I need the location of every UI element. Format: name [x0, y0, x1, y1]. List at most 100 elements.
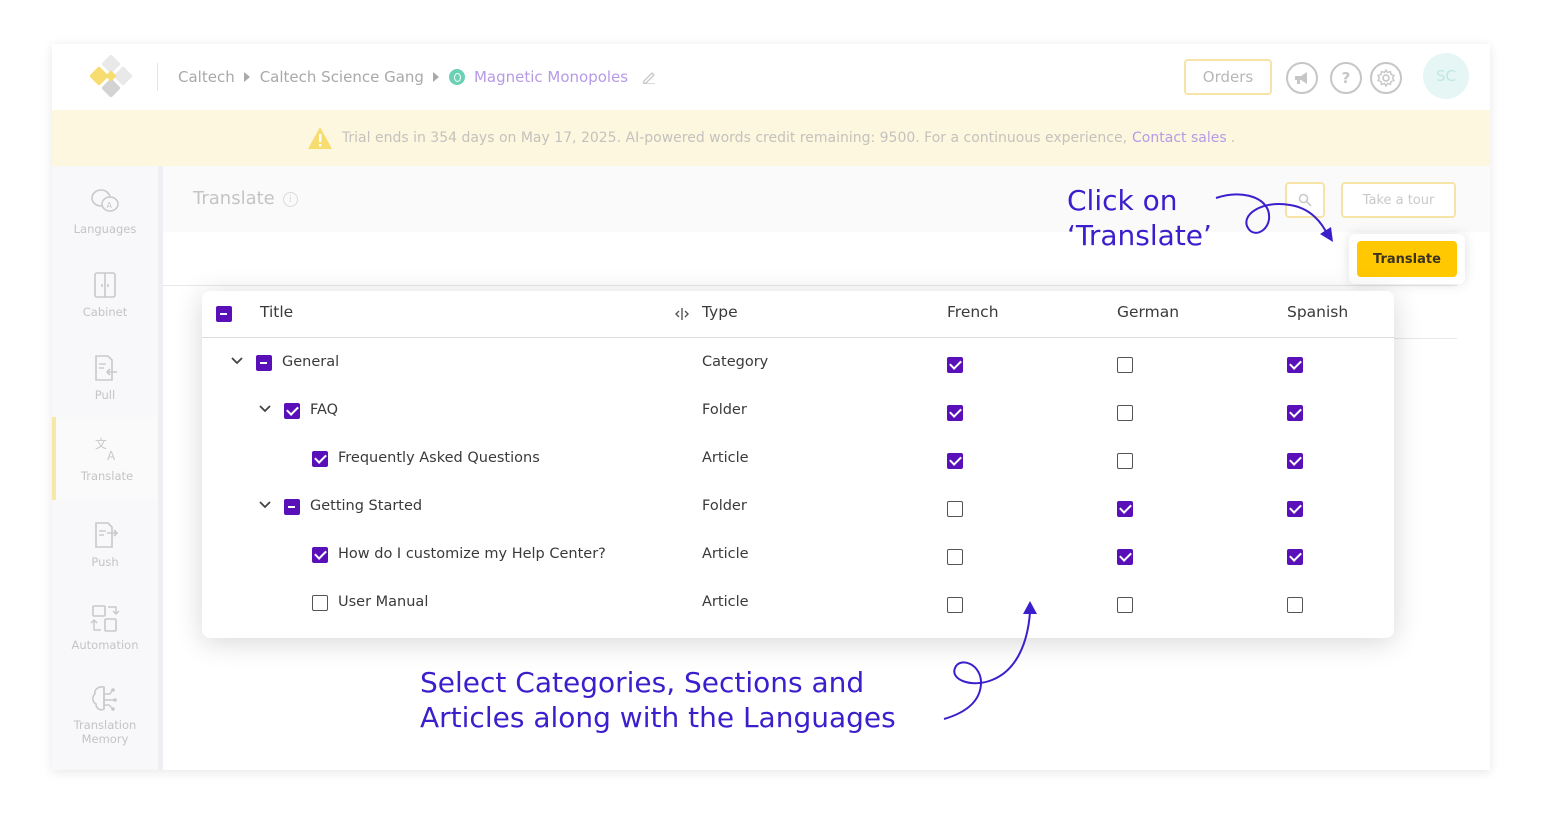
edit-pencil-icon[interactable]	[642, 70, 656, 84]
chevron-down-icon[interactable]	[230, 356, 244, 366]
table-row[interactable]: User Manual Article	[202, 579, 1394, 627]
column-resize-icon[interactable]	[675, 307, 689, 321]
spanish-checkbox[interactable]	[1287, 405, 1303, 421]
cabinet-icon	[94, 272, 116, 298]
column-header-type[interactable]: Type	[702, 303, 738, 321]
table-row[interactable]: General Category	[202, 339, 1394, 387]
sidebar-item-automation[interactable]: Automation	[52, 604, 158, 652]
german-checkbox[interactable]	[1117, 405, 1133, 421]
french-checkbox[interactable]	[947, 597, 963, 613]
french-checkbox[interactable]	[947, 357, 963, 373]
orders-button[interactable]: Orders	[1184, 59, 1272, 95]
spanish-checkbox[interactable]	[1287, 501, 1303, 517]
sidebar-item-translation-memory[interactable]: Translation Memory	[52, 684, 158, 746]
column-header-spanish[interactable]: Spanish	[1287, 303, 1348, 321]
spanish-checkbox[interactable]	[1287, 357, 1303, 373]
annotation-line: Select Categories, Sections and	[420, 666, 865, 699]
sidebar-item-label: Pull	[94, 388, 116, 402]
automation-icon	[90, 605, 120, 632]
spanish-checkbox[interactable]	[1287, 549, 1303, 565]
translate-button[interactable]: Translate	[1357, 241, 1457, 277]
languages-icon: A	[91, 189, 119, 212]
french-checkbox[interactable]	[947, 405, 963, 421]
push-icon	[95, 522, 119, 548]
sidebar-item-languages[interactable]: A Languages	[52, 188, 158, 236]
row-title: General	[282, 354, 340, 370]
german-checkbox[interactable]	[1117, 597, 1133, 613]
breadcrumb-org[interactable]: Caltech	[178, 68, 235, 86]
row-select-checkbox[interactable]	[284, 403, 300, 419]
row-select-checkbox[interactable]	[256, 355, 272, 371]
sidebar-item-cabinet[interactable]: Cabinet	[52, 271, 158, 319]
annotation-line: Articles along with the Languages	[420, 701, 896, 734]
settings-gear-icon[interactable]	[1370, 62, 1402, 94]
search-icon	[1298, 193, 1312, 207]
row-select-checkbox[interactable]	[312, 547, 328, 563]
sidebar-item-label: Automation	[71, 638, 139, 652]
brain-icon	[92, 686, 117, 711]
sidebar-item-label: Translate	[80, 469, 134, 483]
chevron-down-icon[interactable]	[258, 500, 272, 510]
german-checkbox[interactable]	[1117, 357, 1133, 373]
contact-sales-link[interactable]: Contact sales	[1132, 130, 1227, 146]
take-tour-button[interactable]: Take a tour	[1341, 182, 1456, 218]
sidebar-divider	[158, 166, 163, 770]
page-title: Translate i	[193, 188, 298, 209]
table-row[interactable]: Getting Started Folder	[202, 483, 1394, 531]
sidebar-item-label: Cabinet	[82, 305, 128, 319]
svg-text:A: A	[107, 201, 113, 210]
row-type: Article	[702, 546, 749, 562]
row-title: Getting Started	[310, 498, 423, 514]
translate-button-highlight: Translate	[1349, 234, 1465, 284]
annotation-click-translate: Click on ‘Translate’	[1067, 183, 1212, 253]
translate-icon: 文 A	[95, 436, 116, 463]
row-select-checkbox[interactable]	[284, 499, 300, 515]
row-type: Category	[702, 354, 769, 370]
annotation-select-items: Select Categories, Sections and Articles…	[420, 665, 896, 735]
german-checkbox[interactable]	[1117, 453, 1133, 469]
content-table: Title Type French German Spanish General…	[202, 291, 1394, 638]
row-title: FAQ	[310, 402, 339, 418]
sidebar-item-push[interactable]: Push	[52, 521, 158, 569]
table-row[interactable]: How do I customize my Help Center? Articl…	[202, 531, 1394, 579]
breadcrumb: Caltech Caltech Science Gang Magnetic Mo…	[178, 44, 656, 110]
spanish-checkbox[interactable]	[1287, 597, 1303, 613]
row-title: User Manual	[338, 594, 429, 610]
trial-banner: Trial ends in 354 days on May 17, 2025. …	[52, 110, 1490, 166]
sidebar-item-translate[interactable]: 文 A Translate	[52, 417, 158, 500]
megaphone-icon[interactable]	[1286, 62, 1318, 94]
chevron-down-icon[interactable]	[258, 404, 272, 414]
column-header-title[interactable]: Title	[260, 303, 293, 321]
column-header-french[interactable]: French	[947, 303, 999, 321]
breadcrumb-project[interactable]: Magnetic Monopoles	[474, 68, 628, 86]
row-type: Article	[702, 594, 749, 610]
app-logo[interactable]	[90, 55, 134, 99]
select-all-checkbox[interactable]	[216, 306, 232, 322]
search-button[interactable]	[1285, 182, 1325, 218]
banner-text: Trial ends in 354 days on May 17, 2025. …	[341, 130, 1128, 146]
column-header-german[interactable]: German	[1117, 303, 1179, 321]
breadcrumb-team[interactable]: Caltech Science Gang	[260, 68, 424, 86]
french-checkbox[interactable]	[947, 453, 963, 469]
table-row[interactable]: FAQ Folder	[202, 387, 1394, 435]
german-checkbox[interactable]	[1117, 549, 1133, 565]
user-avatar[interactable]: SC	[1423, 53, 1469, 99]
german-checkbox[interactable]	[1117, 501, 1133, 517]
french-checkbox[interactable]	[947, 501, 963, 517]
sidebar-item-pull[interactable]: Pull	[52, 354, 158, 402]
info-icon[interactable]: i	[282, 192, 298, 207]
row-title: Frequently Asked Questions	[338, 450, 540, 466]
spanish-checkbox[interactable]	[1287, 453, 1303, 469]
row-select-checkbox[interactable]	[312, 595, 328, 611]
help-icon[interactable]: ?	[1330, 62, 1362, 94]
divider	[157, 63, 158, 91]
french-checkbox[interactable]	[947, 549, 963, 565]
pull-icon	[95, 355, 117, 381]
project-icon	[448, 69, 465, 85]
page-header: Translate i Take a tour	[163, 166, 1490, 232]
row-type: Folder	[702, 498, 747, 514]
annotation-line: ‘Translate’	[1067, 219, 1212, 252]
row-type: Article	[702, 450, 749, 466]
row-select-checkbox[interactable]	[312, 451, 328, 467]
table-row[interactable]: Frequently Asked Questions Article	[202, 435, 1394, 483]
